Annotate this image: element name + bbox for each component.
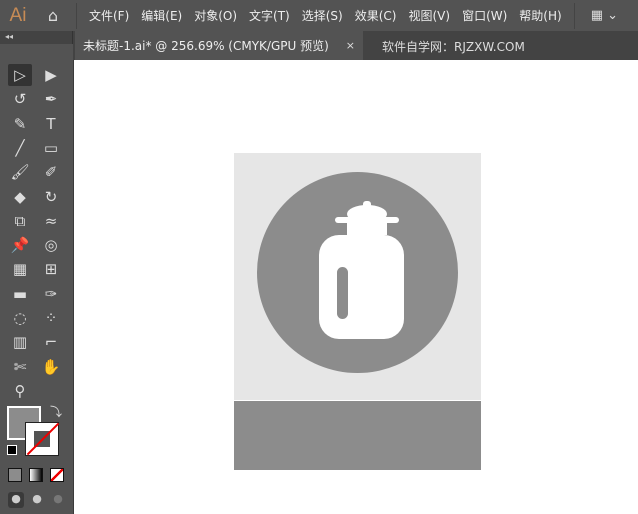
divider bbox=[76, 2, 77, 29]
document-tab[interactable]: 未标题-1.ai* @ 256.69% (CMYK/GPU 预览) × bbox=[75, 31, 363, 60]
home-icon[interactable]: ⌂ bbox=[36, 6, 70, 25]
swap-colors-icon[interactable]: ⤵ bbox=[50, 403, 62, 420]
jar-icon bbox=[319, 201, 404, 339]
scale-tool[interactable]: ⧉ bbox=[8, 210, 32, 232]
workspace-switcher-icon[interactable]: ▦ ⌄ bbox=[591, 8, 618, 23]
stroke-swatch[interactable] bbox=[25, 422, 59, 456]
draw-normal-icon[interactable]: ● bbox=[8, 492, 24, 508]
menu-help[interactable]: 帮助(H) bbox=[519, 7, 561, 24]
menu-file[interactable]: 文件(F) bbox=[89, 7, 129, 24]
drag-handle[interactable] bbox=[0, 44, 73, 60]
circle-shape bbox=[257, 172, 458, 373]
menu-object[interactable]: 对象(O) bbox=[194, 7, 237, 24]
none-mode-button[interactable] bbox=[50, 468, 64, 482]
column-graph-tool[interactable]: ▥ bbox=[8, 331, 32, 353]
menu-select[interactable]: 选择(S) bbox=[302, 7, 343, 24]
tab-bar: ◂◂ 未标题-1.ai* @ 256.69% (CMYK/GPU 预览) × 软… bbox=[0, 31, 638, 60]
pen-tool[interactable]: ✒ bbox=[39, 88, 63, 110]
symbol-sprayer-tool[interactable]: ⁘ bbox=[39, 307, 63, 329]
slice-tool[interactable]: ✄ bbox=[8, 356, 32, 378]
footer-band-shape bbox=[234, 400, 481, 470]
puppet-warp-tool[interactable]: 📌 bbox=[8, 234, 32, 256]
blend-tool[interactable]: ◌ bbox=[8, 307, 32, 329]
type-tool[interactable]: T bbox=[39, 113, 63, 135]
artboard bbox=[234, 153, 481, 400]
app-logo: Ai bbox=[9, 4, 27, 26]
curvature-tool[interactable]: ✎ bbox=[8, 113, 32, 135]
draw-inside-icon[interactable]: ● bbox=[50, 492, 66, 508]
default-colors-icon[interactable] bbox=[7, 445, 17, 455]
watermark-text: 软件自学网：RJZXW.COM bbox=[382, 40, 525, 54]
selection-tool[interactable]: ▷ bbox=[8, 64, 32, 86]
tools-panel: ▷ ▶ ↺ ✒ ✎ T ╱ ▭ 🖌 ✐ ◆ ↻ ⧉ ≈ 📌 ◎ ▦ ⊞ ▬ ✑ ◌ ⁘ ▥ ⌐ ✄ ✋ ⚲ ⤵ ● ● ● bbox=[0, 60, 74, 514]
rectangle-tool[interactable]: ▭ bbox=[39, 137, 63, 159]
rotate-tool[interactable]: ↻ bbox=[39, 186, 63, 208]
eyedropper-tool[interactable]: ✑ bbox=[39, 283, 63, 305]
document-tab-title: 未标题-1.ai* @ 256.69% (CMYK/GPU 预览) bbox=[83, 39, 329, 53]
draw-behind-icon[interactable]: ● bbox=[29, 492, 45, 508]
hand-tool[interactable]: ✋ bbox=[39, 356, 63, 378]
direct-selection-tool[interactable]: ▶ bbox=[39, 64, 63, 86]
color-mode-button[interactable] bbox=[8, 468, 22, 482]
menu-bar: Ai ⌂ 文件(F) 编辑(E) 对象(O) 文字(T) 选择(S) 效果(C)… bbox=[0, 0, 638, 31]
collapse-icon[interactable]: ◂◂ bbox=[5, 32, 13, 41]
menu-type[interactable]: 文字(T) bbox=[249, 7, 290, 24]
shape-builder-tool[interactable]: ◎ bbox=[39, 234, 63, 256]
paintbrush-tool[interactable]: 🖌 bbox=[8, 161, 32, 183]
close-tab-icon[interactable]: × bbox=[346, 39, 355, 52]
menu-edit[interactable]: 编辑(E) bbox=[141, 7, 182, 24]
mesh-tool[interactable]: ⊞ bbox=[39, 258, 63, 280]
menu-effect[interactable]: 效果(C) bbox=[355, 7, 397, 24]
lasso-tool[interactable]: ↺ bbox=[8, 88, 32, 110]
divider bbox=[573, 2, 575, 29]
menu-window[interactable]: 窗口(W) bbox=[462, 7, 507, 24]
eraser-tool[interactable]: ◆ bbox=[8, 186, 32, 208]
gradient-mode-button[interactable] bbox=[29, 468, 43, 482]
canvas[interactable] bbox=[75, 60, 638, 514]
artboard-tool[interactable]: ⌐ bbox=[39, 331, 63, 353]
line-tool[interactable]: ╱ bbox=[8, 137, 32, 159]
toolbar-header: ◂◂ bbox=[0, 31, 73, 60]
menu-view[interactable]: 视图(V) bbox=[408, 7, 450, 24]
gradient-tool[interactable]: ▬ bbox=[8, 283, 32, 305]
zoom-tool[interactable]: ⚲ bbox=[8, 380, 32, 402]
shaper-tool[interactable]: ✐ bbox=[39, 161, 63, 183]
warp-tool[interactable]: ≈ bbox=[39, 210, 63, 232]
perspective-grid-tool[interactable]: ▦ bbox=[8, 258, 32, 280]
